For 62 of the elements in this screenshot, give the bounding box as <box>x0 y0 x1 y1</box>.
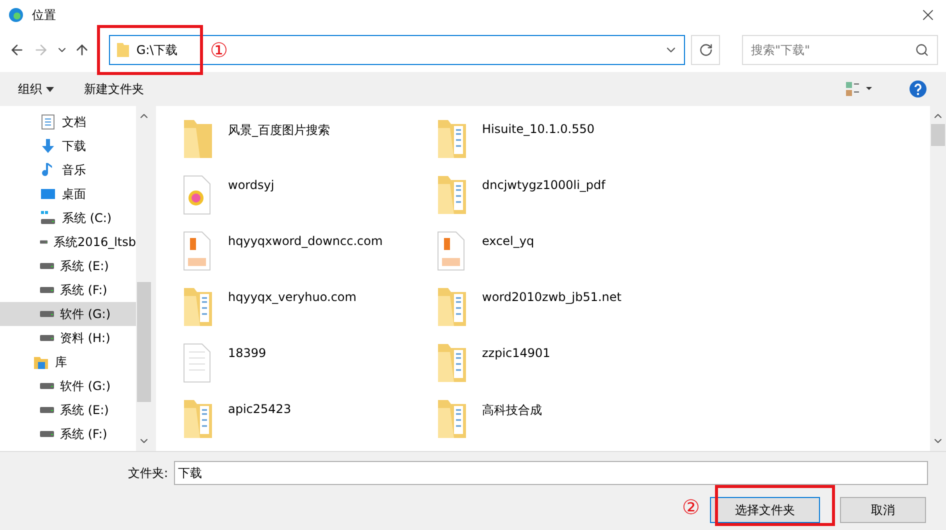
drive-icon <box>40 383 54 389</box>
annotation-number: ① <box>210 40 228 60</box>
refresh-icon <box>698 43 713 57</box>
drive-icon <box>40 335 54 341</box>
left-arrow-icon <box>8 42 25 58</box>
folder-icon <box>116 42 130 58</box>
sidebar-item[interactable]: 资料 (H:) <box>0 326 136 350</box>
system-drive-icon <box>40 210 56 226</box>
select-folder-button[interactable]: 选择文件夹 <box>710 497 820 523</box>
file-item[interactable]: dncjwtygz1000li_pdf <box>436 172 690 228</box>
search-field[interactable]: 搜索"下载" <box>742 35 938 65</box>
library-icon <box>33 354 49 370</box>
drive-icon <box>40 239 48 245</box>
search-icon <box>915 43 930 57</box>
download-icon <box>40 138 56 154</box>
file-item[interactable]: Hisuite_10.1.0.550 <box>436 116 690 172</box>
folder-label: 文件夹: <box>128 464 168 482</box>
file-item[interactable]: word2010zwb_jb51.net <box>436 284 690 340</box>
sidebar-item[interactable]: 系统 (F:) <box>0 278 136 302</box>
file-item[interactable]: wordsyj <box>182 172 436 228</box>
file-item[interactable]: 18399 <box>182 340 436 396</box>
folder-name-field[interactable]: 下载 <box>174 461 928 485</box>
new-folder-button[interactable]: 新建文件夹 <box>84 80 144 98</box>
browser-logo-icon <box>8 7 24 23</box>
help-icon <box>909 80 927 98</box>
sidebar-item[interactable]: 系统2016_ltsb <box>0 230 136 254</box>
sidebar-item[interactable]: 系统 (E:) <box>0 254 136 278</box>
right-arrow-icon <box>32 42 49 58</box>
drive-icon <box>40 431 54 437</box>
scrollbar-thumb[interactable] <box>137 282 151 402</box>
file-item[interactable]: zzpic14901 <box>436 340 690 396</box>
sidebar-item[interactable]: 文档 <box>0 110 136 134</box>
file-item[interactable]: apic25423 <box>182 396 436 452</box>
sidebar-item[interactable]: 音乐 <box>0 158 136 182</box>
drive-icon <box>40 287 54 293</box>
organize-menu-button[interactable]: 组织 <box>18 80 54 98</box>
file-item[interactable]: 风景_百度图片搜索 <box>182 116 436 172</box>
sidebar-item[interactable]: 下载 <box>0 134 136 158</box>
caret-icon <box>46 86 54 92</box>
document-icon <box>40 114 56 130</box>
sidebar-item[interactable]: 系统 (E:) <box>0 398 136 422</box>
file-item[interactable]: 高科技合成 <box>436 396 690 452</box>
file-item[interactable]: hqyyqxword_downcc.com <box>182 228 436 284</box>
drive-icon <box>40 311 54 317</box>
content-scrollbar[interactable] <box>930 106 946 451</box>
scrollbar-thumb[interactable] <box>931 124 945 146</box>
help-button[interactable] <box>908 79 928 99</box>
file-item[interactable]: excel_yq <box>436 228 690 284</box>
window-title: 位置 <box>32 6 57 24</box>
annotation-number: ② <box>682 497 700 517</box>
sidebar-item[interactable]: 系统 (F:) <box>0 422 136 446</box>
desktop-icon <box>40 186 56 202</box>
sidebar-item[interactable]: 桌面 <box>0 182 136 206</box>
sidebar-item[interactable]: 软件 (G:) <box>0 374 136 398</box>
refresh-button[interactable] <box>691 35 720 65</box>
sidebar-item[interactable]: 软件 (G:) <box>0 302 136 326</box>
drive-icon <box>40 407 54 413</box>
sidebar-item[interactable]: 系统 (C:) <box>0 206 136 230</box>
file-item[interactable]: hqyyqx_veryhuo.com <box>182 284 436 340</box>
cancel-button[interactable]: 取消 <box>840 497 926 523</box>
drive-icon <box>40 263 54 269</box>
sidebar-item[interactable]: 库 <box>0 350 136 374</box>
